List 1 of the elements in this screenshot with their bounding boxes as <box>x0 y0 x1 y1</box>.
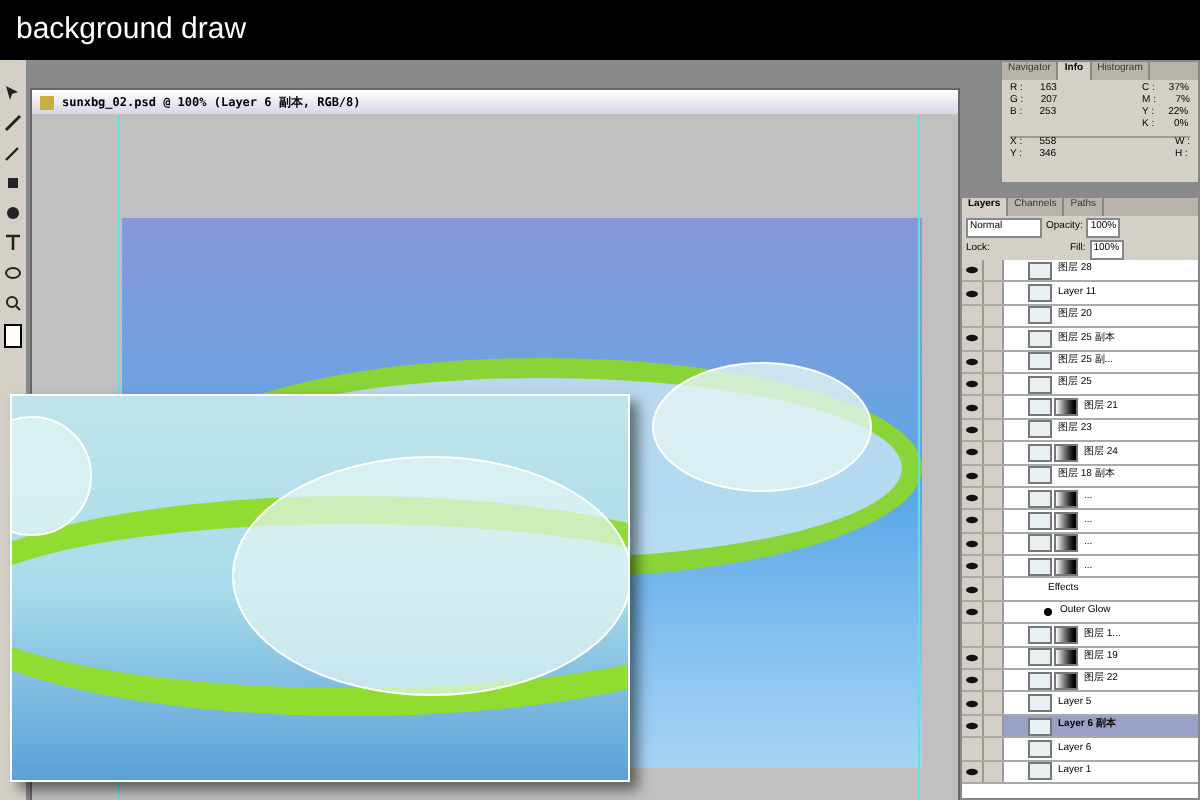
page-title: background draw <box>16 9 247 50</box>
